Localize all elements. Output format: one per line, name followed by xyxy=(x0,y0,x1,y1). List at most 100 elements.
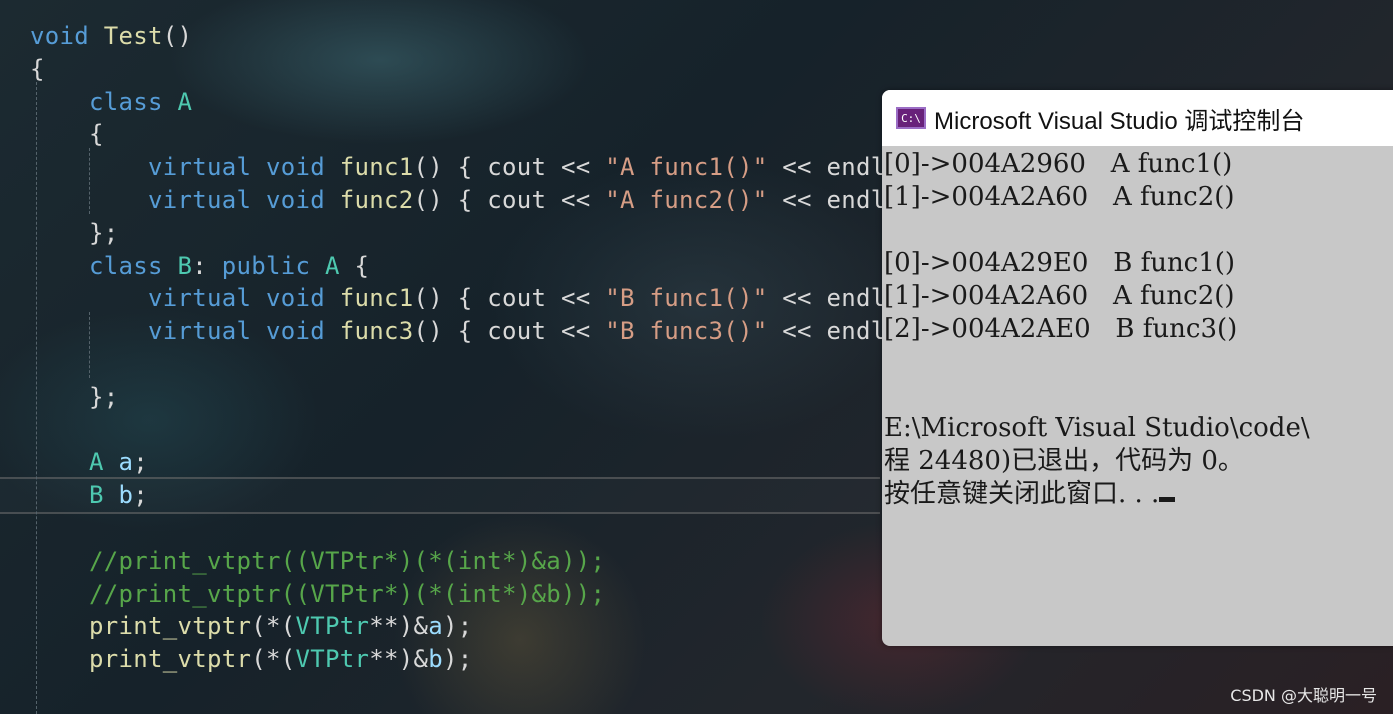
code-token: { xyxy=(339,251,370,280)
code-token: "B func3()" xyxy=(605,317,768,346)
code-token: "A func2()" xyxy=(605,185,768,214)
console-line: 按任意键关闭此窗口. . . xyxy=(884,478,1393,511)
console-line: [1]->004A2A60 A func2() xyxy=(884,281,1235,311)
console-line: [1]->004A2A60 A func2() xyxy=(884,182,1235,212)
code-line[interactable]: print_vtptr(*(VTPtr**)&a); xyxy=(30,610,930,643)
code-token: ; xyxy=(133,448,148,477)
code-token: B xyxy=(89,481,104,510)
code-token: ; xyxy=(133,481,148,510)
code-token: virtual xyxy=(148,284,252,313)
code-token: print_vtptr xyxy=(89,645,252,674)
code-token: "B func1()" xyxy=(605,284,768,313)
code-line[interactable]: virtual void func2() { cout << "A func2(… xyxy=(30,184,930,217)
code-line[interactable]: }; xyxy=(30,217,930,250)
code-line[interactable]: class A xyxy=(30,86,930,119)
code-token: ); xyxy=(443,645,473,674)
code-token: (*( xyxy=(251,645,296,674)
code-line[interactable]: virtual void func3() { cout << "B func3(… xyxy=(30,315,930,348)
code-editor[interactable]: void Test(){ class A { virtual void func… xyxy=(30,20,930,676)
code-token: void xyxy=(30,22,89,50)
console-cursor xyxy=(1159,497,1176,502)
code-line[interactable]: B b; xyxy=(30,479,930,512)
console-app-icon: C:\ xyxy=(896,107,926,129)
code-line[interactable]: //print_vtptr((VTPtr*)(*(int*)&a)); xyxy=(30,545,930,578)
code-token: **)& xyxy=(369,645,429,674)
code-line[interactable] xyxy=(30,348,930,381)
code-line[interactable]: print_vtptr(*(VTPtr**)&b); xyxy=(30,643,930,676)
code-token: B xyxy=(177,251,193,280)
code-line[interactable]: //print_vtptr((VTPtr*)(*(int*)&b)); xyxy=(30,578,930,611)
code-token: //print_vtptr((VTPtr*)(*(int*)&b)); xyxy=(30,579,606,608)
code-token: a xyxy=(118,448,134,477)
code-token: { xyxy=(30,120,104,149)
code-token: : xyxy=(192,251,222,280)
code-token: void xyxy=(266,317,325,346)
code-line[interactable]: virtual void func1() { cout << "A func1(… xyxy=(30,151,930,184)
code-line[interactable] xyxy=(30,512,930,545)
code-token: virtual xyxy=(148,153,252,182)
code-line[interactable]: }; xyxy=(30,381,930,414)
code-token: virtual xyxy=(148,185,252,214)
code-token: print_vtptr xyxy=(89,612,252,641)
code-token: func2 xyxy=(339,185,414,214)
code-line[interactable]: { xyxy=(30,118,930,151)
code-token: "A func1()" xyxy=(605,153,768,182)
code-token: //print_vtptr((VTPtr*)(*(int*)&a)); xyxy=(30,546,606,575)
code-token: A xyxy=(89,448,104,477)
code-token: () { cout << xyxy=(413,317,606,346)
console-line: E:\Microsoft Visual Studio\code\ xyxy=(884,413,1310,443)
code-token: virtual xyxy=(148,317,252,346)
code-line[interactable]: A a; xyxy=(30,446,930,479)
code-token: void xyxy=(266,284,325,313)
code-line[interactable]: class B: public A { xyxy=(30,250,930,283)
code-line[interactable] xyxy=(30,414,930,447)
code-token: () { cout << xyxy=(413,185,606,214)
code-token: A xyxy=(177,87,193,116)
code-token: () { cout << xyxy=(413,284,606,313)
code-token: ); xyxy=(443,612,473,641)
code-line[interactable]: void Test() xyxy=(30,20,930,53)
code-token: func1 xyxy=(339,153,414,182)
code-token: b xyxy=(428,645,443,674)
code-line[interactable]: virtual void func1() { cout << "B func1(… xyxy=(30,282,930,315)
code-token: }; xyxy=(30,218,119,247)
code-token: b xyxy=(118,481,134,510)
console-line: 程 24480)已退出，代码为 0。 xyxy=(884,446,1244,476)
code-token: (*( xyxy=(251,612,296,641)
code-line[interactable]: { xyxy=(30,53,930,86)
console-titlebar[interactable]: C:\ Microsoft Visual Studio 调试控制台 xyxy=(882,90,1393,146)
code-token: class xyxy=(89,87,163,116)
console-line: [0]->004A29E0 B func1() xyxy=(884,248,1236,278)
code-token: Test xyxy=(103,22,163,50)
debug-console-window[interactable]: C:\ Microsoft Visual Studio 调试控制台 [0]->0… xyxy=(882,90,1393,646)
code-token: VTPtr xyxy=(295,612,370,641)
code-token: class xyxy=(89,251,163,280)
console-title: Microsoft Visual Studio 调试控制台 xyxy=(934,107,1305,135)
code-token: void xyxy=(266,185,325,214)
code-token: func3 xyxy=(339,317,414,346)
code-token: void xyxy=(266,153,325,182)
console-line: [0]->004A2960 A func1() xyxy=(884,149,1233,179)
code-token: }; xyxy=(30,382,119,411)
code-token: public xyxy=(221,251,311,280)
